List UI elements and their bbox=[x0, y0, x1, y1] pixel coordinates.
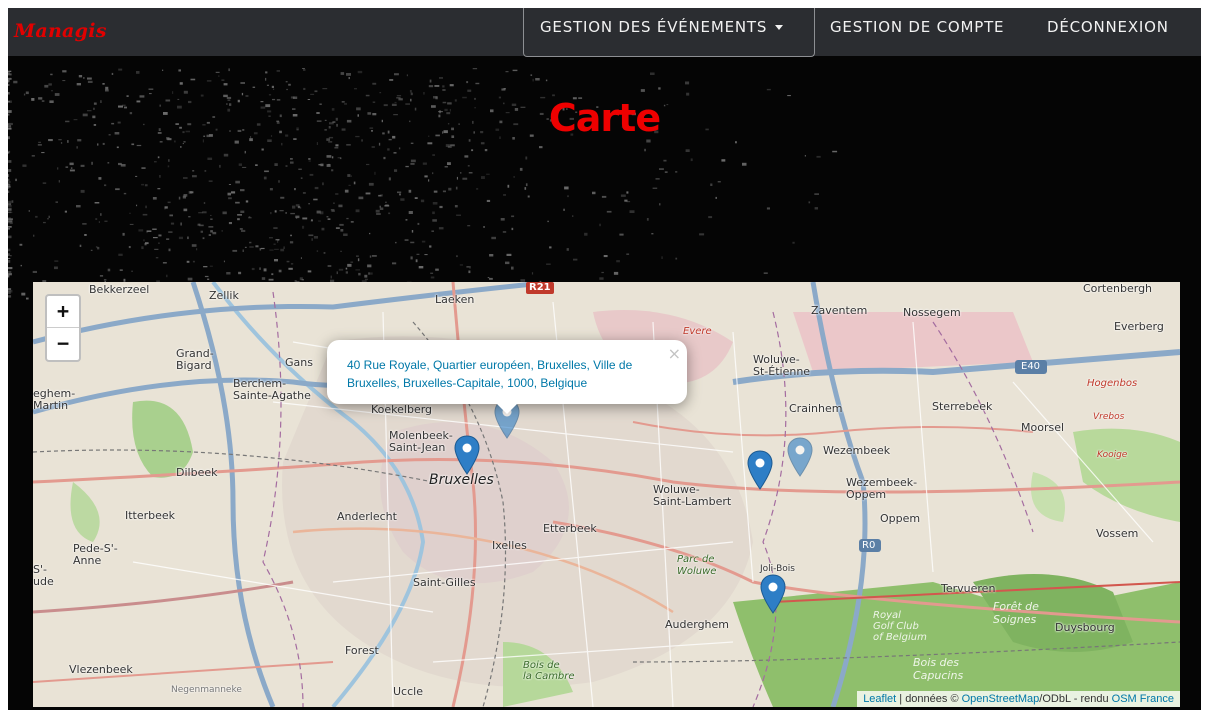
label-auderghem: Auderghem bbox=[665, 618, 730, 631]
attribution-data-text: | données © bbox=[896, 693, 962, 705]
label-moorsel: Moorsel bbox=[1021, 421, 1065, 434]
label-bekkerzeel: Bekkerzeel bbox=[89, 283, 150, 296]
popup-tip bbox=[497, 404, 517, 414]
popup-close-icon[interactable]: × bbox=[668, 344, 681, 363]
nav-account[interactable]: GESTION DE COMPTE bbox=[830, 8, 1004, 56]
label-parc-woluwe: Parc de Woluwe bbox=[677, 554, 717, 577]
map-marker-icon[interactable] bbox=[760, 574, 786, 614]
navbar: Managis GESTION DES ÉVÉNEMENTS GESTION D… bbox=[8, 8, 1201, 57]
label-berchem: Berchem- Sainte-Agathe bbox=[233, 377, 311, 402]
label-negenmanneke: Negenmanneke bbox=[171, 685, 242, 695]
label-wezembeek-oppem: Wezembeek- Oppem bbox=[846, 476, 918, 501]
map-marker-icon[interactable] bbox=[747, 450, 773, 490]
nav-events-dropdown[interactable]: GESTION DES ÉVÉNEMENTS bbox=[523, 8, 815, 57]
label-cortenbergh: Cortenbergh bbox=[1083, 282, 1153, 295]
nav-logout[interactable]: DÉCONNEXION bbox=[1047, 8, 1169, 56]
map-marker-icon[interactable] bbox=[454, 435, 480, 475]
label-pede: Pede-S'- Anne bbox=[73, 542, 118, 567]
label-sainte: S'- ude bbox=[33, 563, 54, 588]
osm-france-link[interactable]: OSM France bbox=[1112, 693, 1174, 705]
label-nossegem: Nossegem bbox=[903, 306, 961, 319]
nav-events-label: GESTION DES ÉVÉNEMENTS bbox=[540, 18, 768, 36]
label-e40: E40 bbox=[1021, 361, 1041, 372]
label-grand-bigard: Grand- Bigard bbox=[176, 347, 214, 372]
label-zellik: Zellik bbox=[209, 289, 239, 302]
label-vossem: Vossem bbox=[1096, 527, 1139, 540]
popup-address: 40 Rue Royale, Quartier européen, Bruxel… bbox=[347, 358, 633, 390]
label-itterbeek: Itterbeek bbox=[125, 509, 176, 522]
label-forest: Forest bbox=[345, 644, 379, 657]
leaflet-link[interactable]: Leaflet bbox=[863, 693, 896, 705]
label-crainhem: Crainhem bbox=[789, 402, 843, 415]
label-saint-gilles: Saint-Gilles bbox=[413, 576, 476, 589]
label-molenbeek: Molenbeek- Saint-Jean bbox=[389, 429, 453, 454]
label-tervueren: Tervueren bbox=[941, 582, 996, 595]
label-oppem: Oppem bbox=[880, 512, 921, 525]
label-dilbeek: Dilbeek bbox=[176, 466, 218, 479]
label-kooige: Kooige bbox=[1097, 450, 1128, 460]
page-title: Carte bbox=[548, 96, 661, 140]
label-ghem-martin: eghem- Martin bbox=[33, 387, 76, 412]
attribution-odbl-text: /ODbL - rendu bbox=[1039, 693, 1112, 705]
label-joli-bois: Joli-Bois bbox=[760, 564, 795, 574]
label-wezembeek: Wezembeek bbox=[823, 444, 891, 457]
label-woluwe-st-etienne: Woluwe- St-Étienne bbox=[753, 353, 811, 378]
label-evere: Evere bbox=[683, 326, 712, 337]
label-sterrebeek: Sterrebeek bbox=[932, 400, 993, 413]
label-etterbeek: Etterbeek bbox=[543, 522, 597, 535]
label-gans: Gans bbox=[285, 356, 313, 369]
label-bois-cambre: Bois de la Cambre bbox=[523, 660, 575, 682]
map-marker-icon[interactable] bbox=[787, 437, 813, 477]
label-anderlecht: Anderlecht bbox=[337, 510, 397, 523]
zoom-in-button[interactable]: + bbox=[47, 296, 79, 328]
label-royal-golf: Royal Golf Club of Belgium bbox=[873, 610, 927, 643]
label-duysbourg: Duysbourg bbox=[1055, 621, 1115, 634]
label-ixelles: Ixelles bbox=[492, 539, 527, 552]
marker-popup: 40 Rue Royale, Quartier européen, Bruxel… bbox=[327, 340, 687, 414]
brand-logo[interactable]: Managis bbox=[14, 20, 107, 42]
label-vlezenbeek: Vlezenbeek bbox=[69, 663, 133, 676]
label-r21: R21 bbox=[529, 282, 551, 293]
map-container[interactable]: Bekkerzeel Zellik Laeken R21 Evere Zaven… bbox=[33, 282, 1180, 707]
label-bois-capucins: Bois des Capucins bbox=[913, 656, 964, 682]
label-vrebos: Vrebos bbox=[1093, 412, 1125, 422]
osm-link[interactable]: OpenStreetMap bbox=[962, 693, 1040, 705]
zoom-control: + − bbox=[45, 294, 81, 362]
map-attribution: Leaflet | données © OpenStreetMap/ODbL -… bbox=[857, 691, 1180, 707]
label-woluwe-st-lambert: Woluwe- Saint-Lambert bbox=[653, 483, 732, 508]
label-everberg: Everberg bbox=[1114, 320, 1164, 333]
label-foret-soignes: Forêt de Soignes bbox=[993, 600, 1039, 626]
label-laeken: Laeken bbox=[435, 293, 475, 306]
label-koekelberg: Koekelberg bbox=[371, 403, 433, 416]
label-r0: R0 bbox=[862, 540, 876, 551]
label-hogenbos: Hogenbos bbox=[1087, 378, 1138, 389]
label-zaventem: Zaventem bbox=[811, 304, 868, 317]
label-uccle: Uccle bbox=[393, 685, 423, 698]
page-frame: Managis GESTION DES ÉVÉNEMENTS GESTION D… bbox=[8, 8, 1201, 710]
zoom-out-button[interactable]: − bbox=[47, 328, 79, 359]
caret-down-icon bbox=[775, 25, 784, 30]
